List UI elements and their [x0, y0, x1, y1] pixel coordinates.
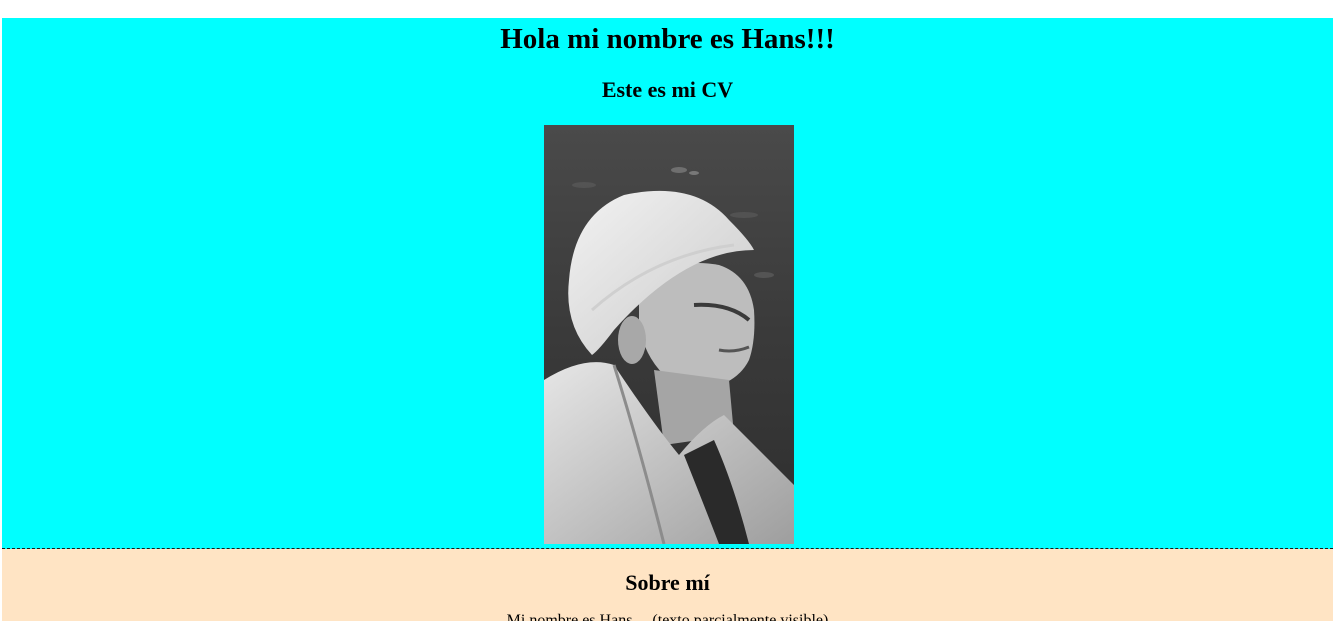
- hero-section: Hola mi nombre es Hans!!! Este es mi CV: [2, 18, 1333, 549]
- page: Hola mi nombre es Hans!!! Este es mi CV: [0, 0, 1333, 621]
- profile-photo: [544, 125, 794, 544]
- about-title: Sobre mí: [625, 570, 710, 595]
- page-title: Hola mi nombre es Hans!!!: [500, 23, 835, 55]
- about-section: Sobre mí Mi nombre es Hans ... (texto pa…: [2, 549, 1333, 621]
- about-text: Mi nombre es Hans ... (texto parcialment…: [506, 612, 829, 621]
- page-subtitle: Este es mi CV: [601, 77, 734, 102]
- profile-photo-illustration: [544, 125, 794, 544]
